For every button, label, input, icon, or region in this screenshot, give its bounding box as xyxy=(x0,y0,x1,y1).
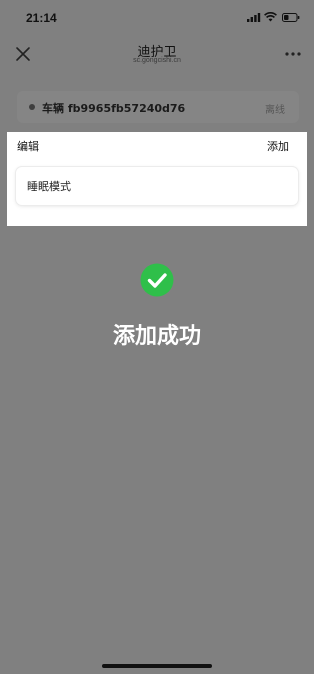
nav-bar: 迪护卫 sc.gongcishi.cn xyxy=(0,34,314,78)
mode-item-label: 睡眠模式 xyxy=(27,180,71,193)
check-circle-icon xyxy=(140,263,174,297)
vehicle-status: 离线 xyxy=(265,105,285,116)
vehicle-name: 车辆 fb9965fb57240d76 xyxy=(42,102,186,115)
mode-card: 编辑 添加 睡眠模式 xyxy=(7,132,307,226)
status-time: 21:14 xyxy=(26,11,57,25)
toast-message: 添加成功 xyxy=(112,324,201,349)
add-button[interactable]: 添加 xyxy=(267,138,289,154)
mode-list-item[interactable]: 睡眠模式 xyxy=(16,167,298,205)
edit-button[interactable]: 编辑 xyxy=(17,138,39,154)
more-icon[interactable] xyxy=(284,46,302,62)
vehicle-row[interactable]: 车辆 fb9965fb57240d76 离线 xyxy=(17,91,299,123)
signal-icon xyxy=(247,13,261,22)
home-indicator[interactable] xyxy=(102,664,212,668)
status-bar: 21:14 xyxy=(0,0,314,34)
page-domain: sc.gongcishi.cn xyxy=(133,57,181,64)
wifi-icon xyxy=(264,12,277,22)
app-screen: 21:14 迪护卫 sc.gongcishi.cn 车辆 fb9965fb572… xyxy=(0,0,314,674)
battery-icon xyxy=(282,13,300,22)
status-dot xyxy=(29,104,35,110)
